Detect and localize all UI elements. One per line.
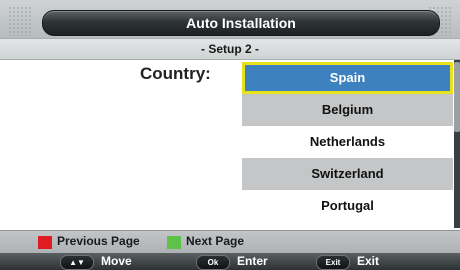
next-page-label[interactable]: Next Page	[186, 234, 244, 248]
green-key-icon	[167, 236, 181, 249]
page-navigation-bar: Previous Page Next Page	[0, 230, 460, 253]
key-hint-bar: ▲▼ Move Ok Enter Exit Exit	[0, 253, 460, 270]
auto-installation-screen: Auto Installation - Setup 2 - Country: S…	[0, 0, 460, 270]
title-bar: Auto Installation	[0, 0, 460, 38]
move-key-icon: ▲▼	[60, 255, 94, 270]
enter-hint-label: Enter	[237, 254, 268, 268]
list-scrollbar[interactable]	[454, 60, 460, 228]
exit-key-icon: Exit	[316, 255, 350, 270]
scrollbar-thumb[interactable]	[454, 62, 460, 132]
ok-key-icon: Ok	[196, 255, 230, 270]
country-option-netherlands[interactable]: Netherlands	[242, 126, 453, 158]
setup-step-title: - Setup 2 -	[200, 42, 259, 56]
country-option-spain[interactable]: Spain	[242, 62, 453, 94]
title-pill: Auto Installation	[42, 10, 440, 36]
country-option-portugal[interactable]: Portugal	[242, 190, 453, 222]
page-title: Auto Installation	[186, 15, 296, 31]
move-hint-label: Move	[101, 254, 132, 268]
left-grip-decoration	[8, 6, 32, 36]
country-option-belgium[interactable]: Belgium	[242, 94, 453, 126]
exit-hint-label: Exit	[357, 254, 380, 268]
country-label: Country:	[140, 64, 211, 83]
subtitle-bar: - Setup 2 -	[0, 38, 460, 60]
country-option-switzerland[interactable]: Switzerland	[242, 158, 453, 190]
red-key-icon	[38, 236, 52, 249]
previous-page-label[interactable]: Previous Page	[57, 234, 140, 248]
